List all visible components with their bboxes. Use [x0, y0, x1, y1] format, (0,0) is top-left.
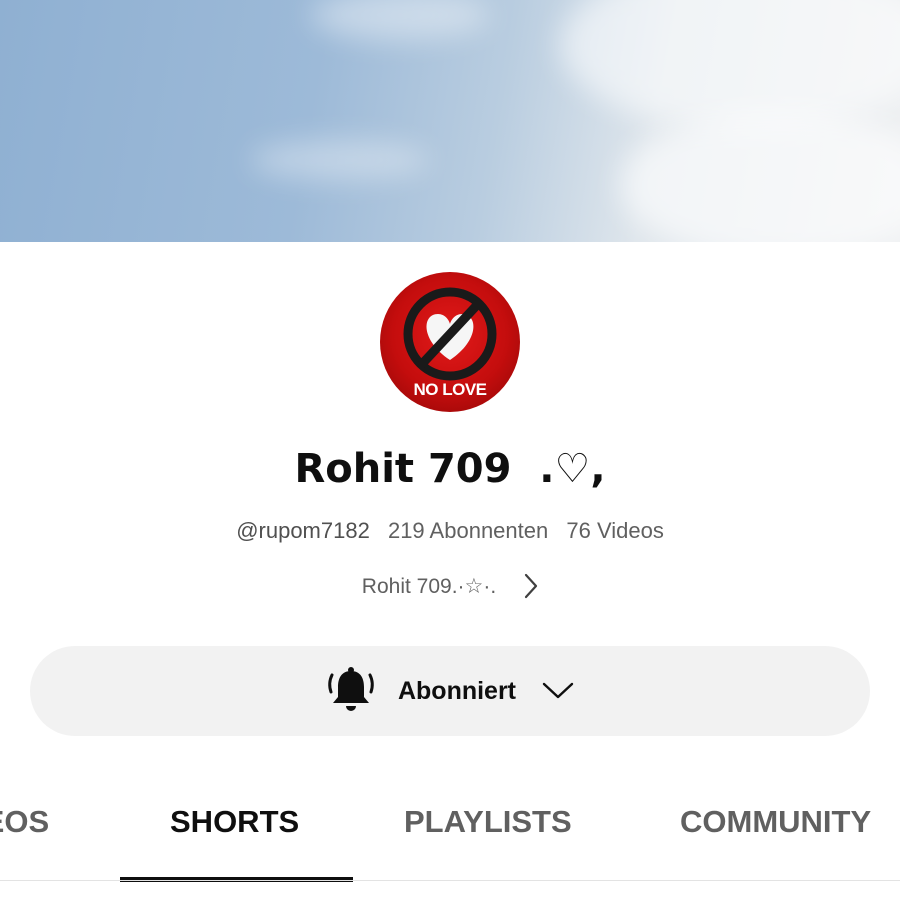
tab-shorts[interactable]: SHORTS	[170, 804, 299, 840]
channel-description: Rohit 709.·☆·.	[361, 574, 497, 598]
channel-handle: @rupom7182	[236, 518, 370, 543]
channel-description-link[interactable]: Rohit 709.·☆·.	[0, 570, 900, 602]
bell-ringing-icon	[326, 665, 376, 717]
chevron-down-icon	[542, 682, 574, 700]
banner-cloud	[250, 140, 430, 180]
tabs-divider	[0, 880, 900, 881]
subscriber-count: 219 Abonnenten	[387, 518, 549, 543]
chevron-right-icon	[524, 573, 538, 599]
tab-community[interactable]: COMMUNITY	[680, 804, 871, 840]
subscribed-button[interactable]: Abonniert	[30, 646, 870, 736]
channel-tabs: VIDEOS SHORTS PLAYLISTS COMMUNITY	[0, 790, 900, 882]
avatar-logo-text: NO LOVE	[413, 380, 487, 399]
banner-cloud	[620, 110, 900, 242]
banner-cloud	[560, 0, 900, 130]
subscribed-label: Abonniert	[397, 676, 517, 705]
banner-cloud	[310, 0, 490, 40]
tab-videos[interactable]: VIDEOS	[0, 804, 49, 840]
channel-meta: @rupom7182 219 Abonnenten 76 Videos	[0, 518, 900, 544]
channel-name: Rohit 709 .♡,	[294, 446, 606, 492]
channel-avatar[interactable]: NO LOVE	[380, 272, 520, 412]
channel-banner	[0, 0, 900, 242]
video-count: 76 Videos	[566, 518, 664, 543]
tab-playlists[interactable]: PLAYLISTS	[404, 804, 572, 840]
